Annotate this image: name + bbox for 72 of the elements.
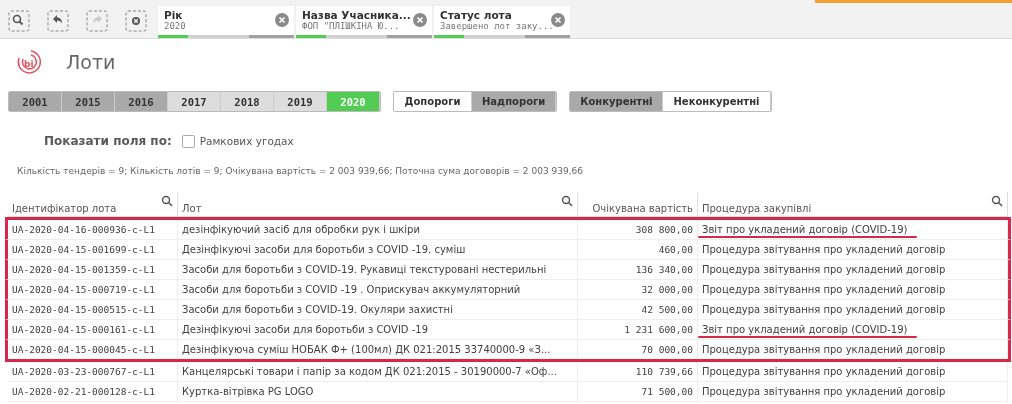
table-cell: Канцелярські товари і папір за кодом ДК 021:2015 - 30190000-7 «Оф... [178, 362, 578, 381]
table-cell: Дезінфікуюча суміш НОБАК Ф+ (100мл) ДК 021:2015 33740000-9 «З... [178, 340, 578, 359]
selection-value: 2020 [164, 21, 186, 31]
table-cell: Звіт про укладений договір (COVID-19) [698, 220, 1008, 239]
table-cell: Засоби для боротьби з COVID-19. Окуляри захистні [178, 300, 578, 319]
table-cell: UA-2020-04-15-001359-c-L1 [8, 260, 178, 279]
table-cell: Дезінфікуючі засоби для боротьби з COVID -19 [178, 320, 578, 339]
close-icon[interactable] [413, 13, 427, 27]
column-header[interactable]: Очікувана вартість [578, 192, 698, 216]
filter-value-button[interactable]: 2019 [274, 92, 327, 111]
page-title: Лоти [66, 51, 116, 73]
search-icon[interactable] [991, 195, 1003, 207]
selection-value: Завершено лот заку... [440, 21, 554, 31]
table-cell: Засоби для боротьби з COVID -19 . Оприскувач аккумуляторний [178, 280, 578, 299]
search-icon[interactable] [561, 195, 573, 207]
table-cell: 71 500,00 [578, 382, 698, 401]
clear-icon[interactable] [125, 10, 147, 32]
table-cell: Засоби для боротьби з COVID-19. Рукавиці текстуровані нестерильні [178, 260, 578, 279]
table-cell: UA-2020-03-23-000767-c-L1 [8, 362, 178, 381]
close-icon[interactable] [275, 13, 289, 27]
selection-tab[interactable]: Назва Учасника... ФОП "ПЛІШКІНА Ю... [296, 6, 432, 38]
table-cell: Процедура звітування про укладений договір [698, 300, 1008, 319]
table-cell: UA-2020-04-15-000161-c-L1 [8, 320, 178, 339]
table-cell: 1 231 600,00 [578, 320, 698, 339]
back-icon[interactable] [47, 10, 69, 32]
table-cell: Процедура звітування про укладений договір [698, 240, 1008, 259]
table-cell: UA-2020-04-15-000045-c-L1 [8, 340, 178, 359]
table-cell: Процедура звітування про укладений договір [698, 340, 1008, 359]
filter-value-button[interactable]: Надпороги [472, 92, 557, 111]
selection-tab[interactable]: Рік 2020 [158, 6, 294, 38]
table-cell: 70 000,00 [578, 340, 698, 359]
show-fields-label: Показати поля по: [44, 134, 172, 148]
table-cell: Дезінфікуючі засоби для боротьби з COVID -19. суміш [178, 240, 578, 259]
column-header[interactable]: Процедура закупівлі [698, 192, 1008, 216]
selection-field: Рік [164, 9, 183, 21]
column-header[interactable]: Лот [178, 192, 578, 216]
table-cell: Процедура звітування про укладений договір [698, 382, 1008, 401]
selection-value: ФОП "ПЛІШКІНА Ю... [302, 21, 400, 31]
filter-value-button[interactable]: 2018 [221, 92, 274, 111]
filter-value-button[interactable]: Конкурентні [570, 92, 664, 111]
close-icon[interactable] [551, 13, 565, 27]
table-cell: 308 800,00 [578, 220, 698, 239]
selection-tab[interactable]: Статус лота Завершено лот заку... [434, 6, 570, 38]
table-cell: UA-2020-02-21-000128-c-L1 [8, 382, 178, 401]
column-header[interactable]: Ідентифікатор лота [8, 192, 178, 216]
filter-value-button[interactable]: 2017 [168, 92, 221, 111]
table-cell: дезінфікуючий засіб для обробки рук і шкіри [178, 220, 578, 239]
selection-field: Назва Учасника... [302, 9, 411, 21]
table-cell: UA-2020-04-15-000719-c-L1 [8, 280, 178, 299]
table-cell: 460,00 [578, 240, 698, 259]
table-cell: Процедура звітування про укладений договір [698, 260, 1008, 279]
table-cell: 32 000,00 [578, 280, 698, 299]
search-icon[interactable] [8, 10, 30, 32]
table-cell: UA-2020-04-16-000936-c-L1 [8, 220, 178, 239]
table-cell: Звіт про укладений договір (COVID-19) [698, 320, 1008, 339]
filter-value-button[interactable]: 2016 [115, 92, 168, 111]
table-cell: Процедура звітування про укладений договір [698, 362, 1008, 381]
selection-field: Статус лота [440, 9, 512, 21]
table-cell: Куртка-вітрівка PG LOGO [178, 382, 578, 401]
summary-text: Кількість тендерів = 9; Кількість лотів = 9; Очікувана вартість = 2 003 939,66; Поточна сума договорів = 2 003 939,66 [16, 165, 584, 176]
checkbox-label: Рамкових угодах [199, 135, 294, 147]
table-cell: UA-2020-04-15-000515-c-L1 [8, 300, 178, 319]
filter-value-button[interactable]: 2001 [9, 92, 62, 111]
table-cell: 110 739,66 [578, 362, 698, 381]
table-cell: UA-2020-04-15-001699-c-L1 [8, 240, 178, 259]
table-cell: 42 500,00 [578, 300, 698, 319]
checkbox[interactable] [181, 134, 195, 148]
table-cell: Процедура звітування про укладений договір [698, 280, 1008, 299]
search-icon[interactable] [161, 195, 173, 207]
table-cell: 136 340,00 [578, 260, 698, 279]
filter-value-button[interactable]: Допороги [394, 92, 472, 111]
filter-value-button[interactable]: 2015 [62, 92, 115, 111]
